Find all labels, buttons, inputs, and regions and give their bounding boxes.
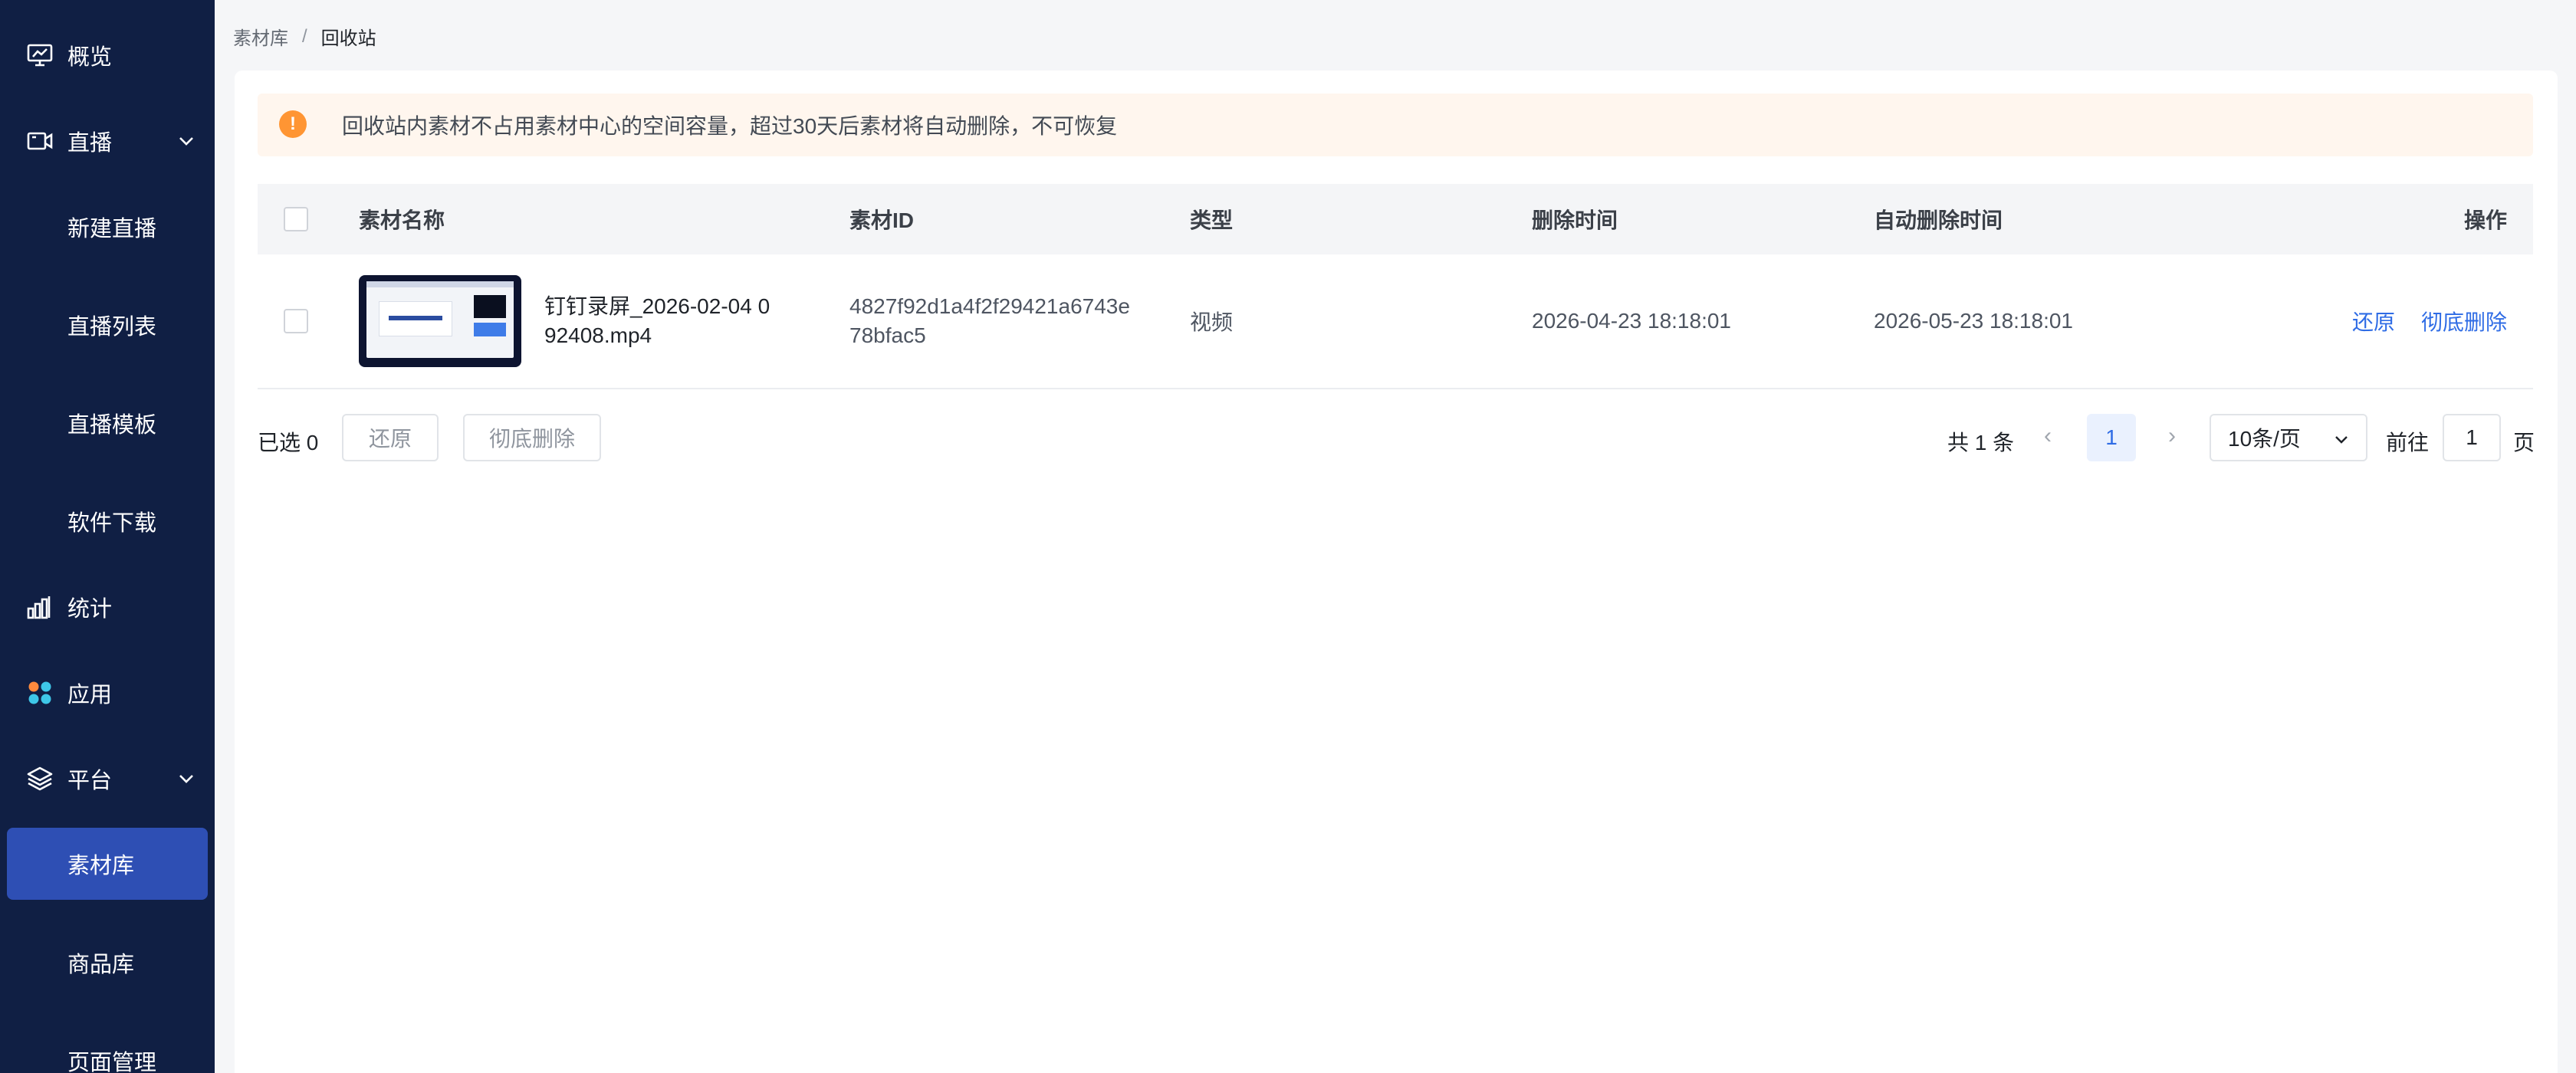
sidebar-item-label: 概览 xyxy=(67,45,113,70)
sidebar-item-label: 素材库 xyxy=(67,854,135,878)
permanent-delete-link[interactable]: 彻底删除 xyxy=(2421,306,2507,336)
video-camera-icon xyxy=(25,126,55,156)
thumbnail-video-panel xyxy=(474,295,506,318)
chevron-down-icon[interactable] xyxy=(175,130,198,153)
monitor-chart-icon xyxy=(25,40,55,71)
column-header-name: 素材名称 xyxy=(359,208,445,232)
goto-suffix: 页 xyxy=(2513,431,2535,454)
sidebar-item-platform[interactable]: 平台 xyxy=(0,757,215,800)
material-id: 4827f92d1a4f2f29421a6743e78bfac5 xyxy=(849,294,1130,347)
deleted-at: 2026-04-23 18:18:01 xyxy=(1532,309,1731,333)
table-footer: 已选 0 还原 彻底删除 共 1 条 ‹ 1 › 10条/页 前往 页 xyxy=(258,414,2535,464)
material-type: 视频 xyxy=(1190,310,1234,334)
prev-page-icon[interactable]: ‹ xyxy=(2044,423,2052,449)
row-checkbox[interactable] xyxy=(284,309,308,333)
thumbnail-document xyxy=(379,301,452,336)
apps-grid-icon xyxy=(25,678,55,708)
restore-link[interactable]: 还原 xyxy=(2352,306,2395,336)
column-header-type: 类型 xyxy=(1190,208,1234,232)
row-checkbox-cell xyxy=(284,254,308,388)
page-size-select[interactable]: 10条/页 xyxy=(2210,414,2367,461)
sidebar-item-label: 直播模板 xyxy=(67,413,157,438)
sidebar-item-overview[interactable]: 概览 xyxy=(0,34,215,77)
row-actions: 还原 彻底删除 xyxy=(2352,254,2507,388)
sidebar-item-label: 商品库 xyxy=(67,953,135,977)
thumbnail-toolbar xyxy=(366,281,514,287)
sidebar-item-label: 直播列表 xyxy=(67,315,157,340)
thumbnail-text-line xyxy=(389,316,442,320)
column-header-actions: 操作 xyxy=(2463,208,2507,232)
sidebar-item-label: 新建直播 xyxy=(67,217,157,241)
sidebar-item-statistics[interactable]: 统计 xyxy=(0,586,215,628)
layers-icon xyxy=(25,763,55,794)
selected-count: 已选 0 xyxy=(258,431,319,454)
chevron-down-icon xyxy=(2332,429,2351,454)
sidebar-item-live-template[interactable]: 直播模板 xyxy=(0,402,215,445)
material-thumbnail-cell xyxy=(359,254,521,388)
notice-alert: ! 回收站内素材不占用素材中心的空间容量，超过30天后素材将自动删除，不可恢复 xyxy=(258,94,2533,156)
bar-chart-icon xyxy=(25,592,55,622)
video-thumbnail[interactable] xyxy=(359,275,521,367)
header-checkbox-cell xyxy=(284,184,308,254)
total-count: 共 1 条 xyxy=(1947,431,2015,454)
sidebar-item-label: 统计 xyxy=(67,597,113,622)
column-header-auto-delete-at: 自动删除时间 xyxy=(1874,208,2003,232)
sidebar-item-apps[interactable]: 应用 xyxy=(0,671,215,714)
warning-circle-icon: ! xyxy=(279,110,307,138)
column-header-deleted-at: 删除时间 xyxy=(1532,208,1618,232)
batch-restore-button[interactable]: 还原 xyxy=(342,414,439,461)
page-size-value: 10条/页 xyxy=(2228,427,2301,451)
material-name-cell: 钉钉录屏_2026-02-04 092408.mp4 xyxy=(544,254,774,388)
sidebar-item-label: 直播 xyxy=(67,131,113,156)
auto-delete-at: 2026-05-23 18:18:01 xyxy=(1874,309,2073,333)
column-header-id: 素材ID xyxy=(849,208,915,232)
sidebar-item-label: 平台 xyxy=(67,769,113,793)
sidebar-item-label: 页面管理 xyxy=(67,1051,157,1073)
goto-prefix: 前往 xyxy=(2386,431,2430,454)
sidebar-item-product-library[interactable]: 商品库 xyxy=(0,941,215,984)
alert-text: 回收站内素材不占用素材中心的空间容量，超过30天后素材将自动删除，不可恢复 xyxy=(342,114,1118,138)
breadcrumb-separator: / xyxy=(302,25,307,47)
sidebar-item-live-list[interactable]: 直播列表 xyxy=(0,304,215,346)
goto-page-input[interactable] xyxy=(2443,414,2501,461)
chevron-down-icon[interactable] xyxy=(175,767,198,790)
breadcrumb: 素材库 / 回收站 xyxy=(233,23,376,50)
recycle-bin-card: ! 回收站内素材不占用素材中心的空间容量，超过30天后素材将自动删除，不可恢复 … xyxy=(235,71,2558,1073)
sidebar-item-label: 应用 xyxy=(67,683,113,707)
batch-delete-button[interactable]: 彻底删除 xyxy=(463,414,601,461)
table-header: 素材名称 素材ID 类型 删除时间 自动删除时间 操作 xyxy=(258,184,2533,254)
sidebar-item-material-library[interactable]: 素材库 xyxy=(7,828,208,900)
thumbnail-side-panel xyxy=(474,323,506,336)
material-name: 钉钉录屏_2026-02-04 092408.mp4 xyxy=(544,294,770,347)
table-row: 钉钉录屏_2026-02-04 092408.mp4 4827f92d1a4f2… xyxy=(258,254,2533,389)
sidebar-item-live[interactable]: 直播 xyxy=(0,120,215,162)
material-id-cell: 4827f92d1a4f2f29421a6743e78bfac5 xyxy=(849,254,1141,388)
breadcrumb-current: 回收站 xyxy=(320,28,376,49)
select-all-checkbox[interactable] xyxy=(284,207,308,231)
sidebar-item-new-live[interactable]: 新建直播 xyxy=(0,205,215,248)
breadcrumb-item-material-library[interactable]: 素材库 xyxy=(233,23,288,50)
thumbnail-screen xyxy=(366,281,514,358)
sidebar: 概览 直播 新建直播 直播列表 直播模板 软件下载 统计 应用 平台 素材库 商… xyxy=(0,0,215,1073)
sidebar-item-software-download[interactable]: 软件下载 xyxy=(0,500,215,543)
page-number-1[interactable]: 1 xyxy=(2087,414,2136,461)
sidebar-item-page-management[interactable]: 页面管理 xyxy=(0,1039,215,1073)
next-page-icon[interactable]: › xyxy=(2168,423,2176,449)
sidebar-item-label: 软件下载 xyxy=(67,511,157,536)
